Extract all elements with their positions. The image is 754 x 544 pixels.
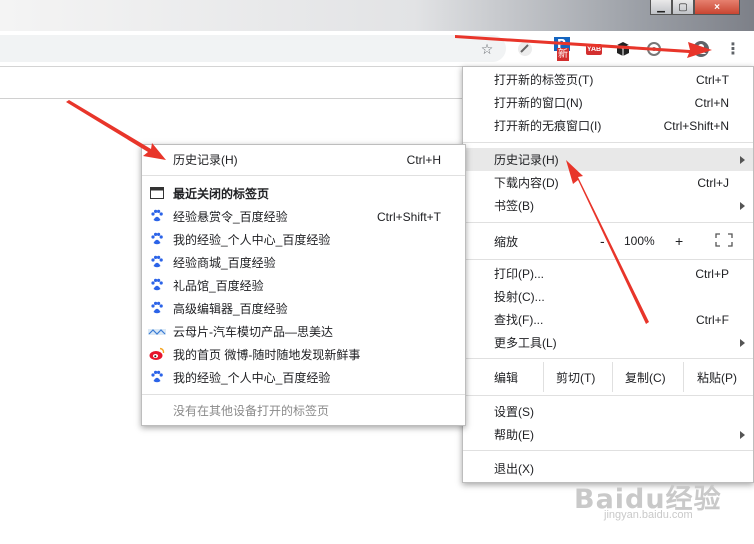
weibo-icon: [149, 347, 165, 364]
history-submenu: 历史记录(H) Ctrl+H 最近关闭的标签页 经验悬赏令_百度经验 Ctrl+…: [141, 144, 466, 426]
baidu-paw-icon: [150, 209, 164, 226]
menu-separator: [463, 222, 753, 223]
copy-button[interactable]: 复制(C): [625, 369, 666, 386]
menu-item-edit: 编辑 剪切(T) 复制(C) 粘贴(P): [463, 362, 753, 392]
ext-yab-icon[interactable]: YAB: [582, 40, 606, 58]
menu-separator: [463, 450, 753, 451]
minimize-button[interactable]: ▁: [650, 0, 672, 15]
menu-item-bookmarks[interactable]: 书签(B): [463, 194, 753, 217]
baidu-paw-icon: [150, 255, 164, 272]
menu-item-history[interactable]: 历史记录(H): [463, 148, 753, 171]
recently-closed-header: 最近关闭的标签页: [142, 182, 465, 205]
edit-divider: [612, 362, 613, 392]
menu-item-downloads[interactable]: 下载内容(D) Ctrl+J: [463, 171, 753, 194]
history-entry[interactable]: 我的经验_个人中心_百度经验: [142, 366, 465, 389]
edit-divider: [543, 362, 544, 392]
menu-item-print[interactable]: 打印(P)... Ctrl+P: [463, 262, 753, 285]
zoom-in-button[interactable]: +: [675, 233, 683, 249]
history-entry[interactable]: 经验商城_百度经验: [142, 251, 465, 274]
cut-button[interactable]: 剪切(T): [556, 369, 595, 386]
maximize-button[interactable]: ▢: [672, 0, 694, 15]
menu-separator: [142, 175, 465, 176]
minimize-icon: ▁: [657, 1, 665, 13]
ext-p-icon[interactable]: P 新: [552, 35, 574, 63]
star-icon[interactable]: ☆: [478, 40, 496, 58]
history-entry[interactable]: 我的经验_个人中心_百度经验: [142, 228, 465, 251]
window-controls: ▁ ▢ ×: [650, 0, 740, 15]
tab-window-icon: [150, 187, 164, 202]
yunmu-logo-icon: [148, 326, 166, 340]
history-entry[interactable]: 经验悬赏令_百度经验 Ctrl+Shift+T: [142, 205, 465, 228]
page-divider: [0, 98, 462, 99]
submenu-arrow-icon: [740, 156, 745, 164]
menu-item-new-incognito[interactable]: 打开新的无痕窗口(I) Ctrl+Shift+N: [463, 114, 753, 137]
menu-item-settings[interactable]: 设置(S): [463, 400, 753, 423]
menu-item-new-tab[interactable]: 打开新的标签页(T) Ctrl+T: [463, 68, 753, 91]
other-devices-note: 没有在其他设备打开的标签页: [173, 404, 330, 418]
submenu-arrow-icon: [740, 202, 745, 210]
maximize-icon: ▢: [678, 1, 688, 13]
history-entry[interactable]: 我的首页 微博-随时随地发现新鲜事: [142, 343, 465, 366]
menu-icon[interactable]: ⋮: [724, 40, 742, 58]
history-item-history[interactable]: 历史记录(H) Ctrl+H: [142, 148, 465, 171]
watermark-url: jingyan.baidu.com: [604, 509, 693, 521]
history-entry[interactable]: 高级编辑器_百度经验: [142, 297, 465, 320]
menu-item-find[interactable]: 查找(F)... Ctrl+F: [463, 308, 753, 331]
zoom-out-button[interactable]: -: [600, 233, 605, 249]
window-titlebar: ▁ ▢ ×: [0, 0, 754, 31]
edit-divider: [683, 362, 684, 392]
menu-item-cast[interactable]: 投射(C)...: [463, 285, 753, 308]
baidu-paw-icon: [150, 301, 164, 318]
menu-item-more-tools[interactable]: 更多工具(L): [463, 331, 753, 354]
history-entry[interactable]: 礼品馆_百度经验: [142, 274, 465, 297]
history-entry[interactable]: 云母片-汽车模切产品—思美达: [142, 320, 465, 343]
baidu-paw-icon: [150, 232, 164, 249]
menu-separator: [463, 395, 753, 396]
ext-circle-icon[interactable]: [645, 40, 663, 58]
baidu-paw-icon: [150, 370, 164, 387]
menu-separator: [142, 394, 465, 395]
address-bar[interactable]: [0, 35, 506, 62]
menu-item-new-window[interactable]: 打开新的窗口(N) Ctrl+N: [463, 91, 753, 114]
main-menu: 打开新的标签页(T) Ctrl+T 打开新的窗口(N) Ctrl+N 打开新的无…: [462, 66, 754, 483]
menu-separator: [463, 142, 753, 143]
zoom-level: 100%: [624, 234, 655, 248]
submenu-arrow-icon: [740, 431, 745, 439]
menu-separator: [463, 259, 753, 260]
submenu-arrow-icon: [740, 339, 745, 347]
ext-p-badge: 新: [557, 48, 569, 61]
menu-item-help[interactable]: 帮助(E): [463, 423, 753, 446]
ext-pencil-icon[interactable]: [516, 40, 534, 58]
browser-toolbar: ☆ P 新 YAB ⋮: [0, 31, 754, 67]
baidu-paw-icon: [150, 278, 164, 295]
fullscreen-icon[interactable]: [715, 233, 733, 250]
close-button[interactable]: ×: [694, 0, 740, 15]
close-icon: ×: [714, 1, 720, 13]
menu-item-zoom: 缩放 - 100% +: [463, 229, 753, 253]
paste-button[interactable]: 粘贴(P): [697, 369, 737, 386]
menu-separator: [463, 358, 753, 359]
profile-icon[interactable]: [692, 40, 710, 58]
ext-cube-icon[interactable]: [614, 40, 632, 58]
